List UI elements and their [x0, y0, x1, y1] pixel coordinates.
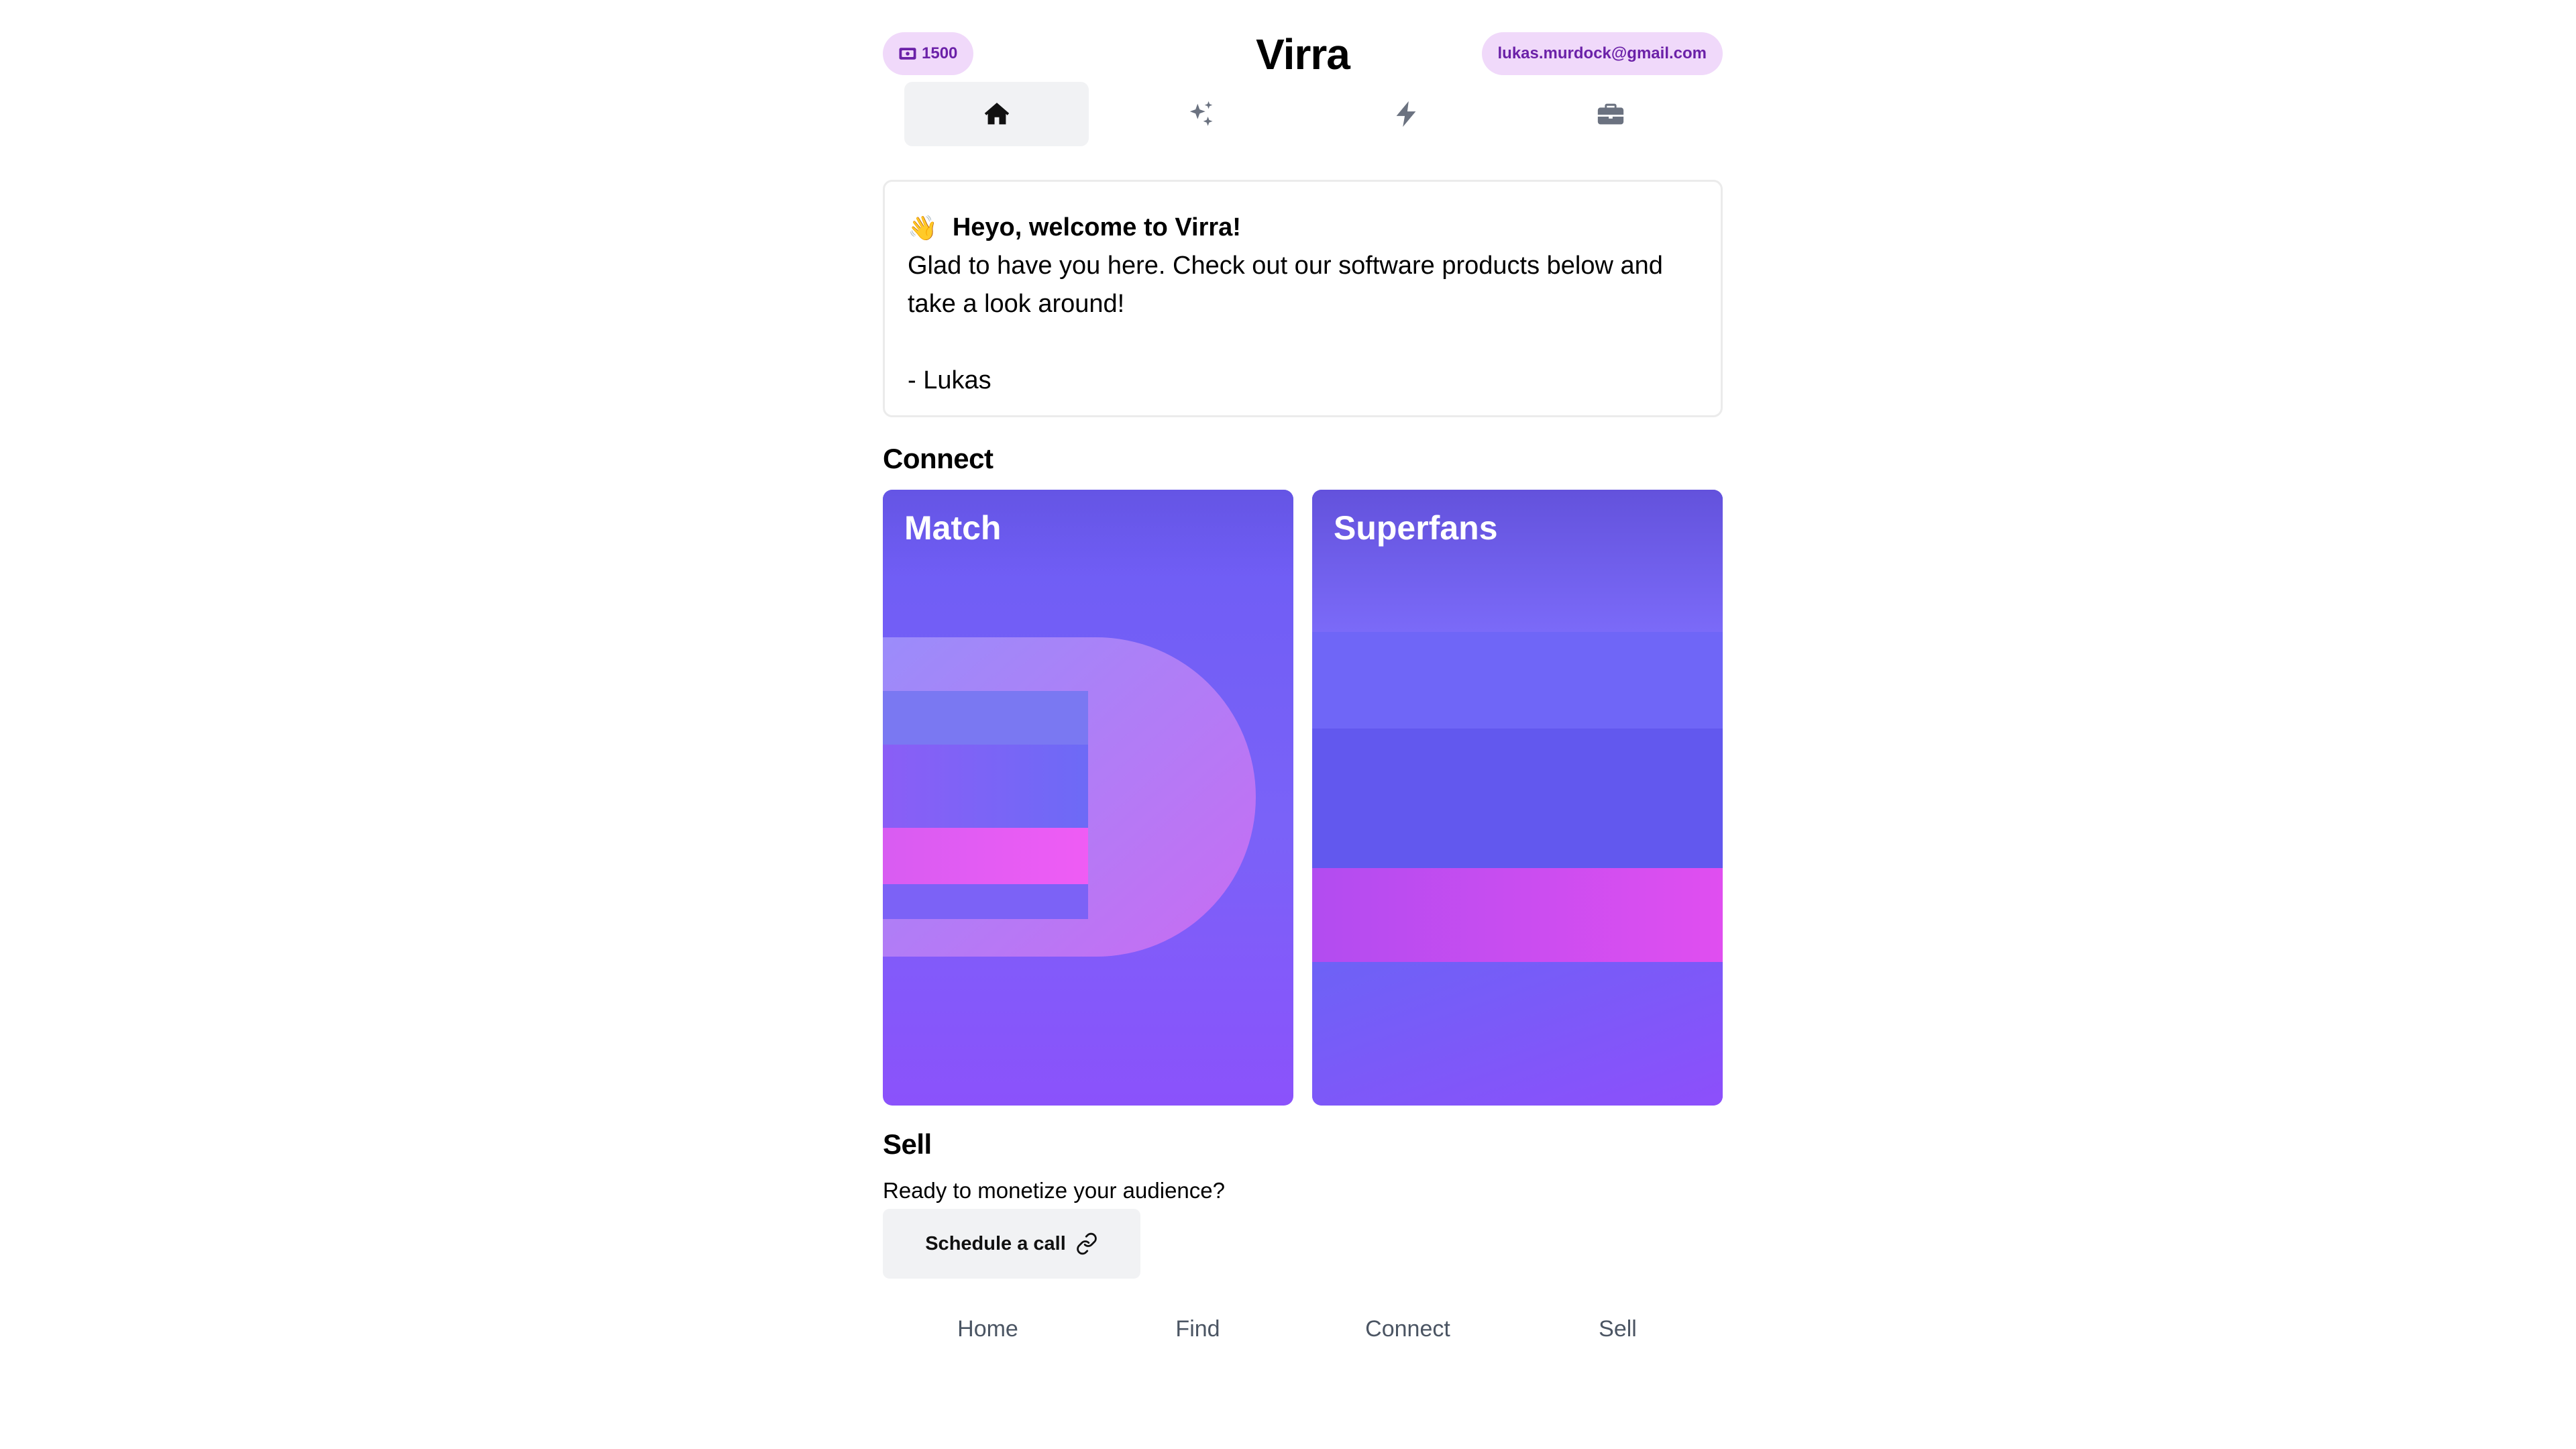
match-card-title: Match [904, 509, 1002, 547]
bottom-nav-connect[interactable]: Connect [1303, 1316, 1513, 1350]
superfans-card-art [1312, 490, 1723, 1106]
credits-badge[interactable]: 1500 [883, 32, 974, 75]
home-icon [984, 103, 1009, 125]
superfans-card[interactable]: Superfans [1312, 490, 1723, 1106]
page: 1500 Virra lukas.murdock@gmail.com 👋 Hey… [0, 0, 2576, 1449]
tab-home[interactable] [904, 82, 1089, 146]
top-tab-bar [883, 82, 1723, 146]
sell-description: Ready to monetize your audience? [883, 1178, 1225, 1203]
match-card-art [883, 490, 1293, 957]
sparkles-icon [1189, 101, 1212, 126]
bottom-nav-find[interactable]: Find [1093, 1316, 1303, 1350]
credits-count: 1500 [922, 44, 958, 62]
tab-discover[interactable] [1109, 82, 1293, 146]
welcome-message: Glad to have you here. Check out our sof… [908, 252, 1663, 318]
sell-heading: Sell [883, 1128, 932, 1160]
bottom-nav-home[interactable]: Home [883, 1316, 1093, 1350]
connect-heading: Connect [883, 443, 994, 474]
main-column: 1500 Virra lukas.murdock@gmail.com 👋 Hey… [883, 0, 1723, 1449]
ticket-icon [899, 48, 916, 60]
waving-hand-icon: 👋 [908, 214, 938, 241]
tab-business[interactable] [1518, 82, 1703, 146]
superfans-card-title: Superfans [1334, 509, 1498, 547]
link-icon [1077, 1232, 1097, 1255]
user-email-badge[interactable]: lukas.murdock@gmail.com [1481, 32, 1723, 75]
welcome-card: 👋 Heyo, welcome to Virra! Glad to have y… [883, 180, 1723, 417]
match-card[interactable]: Match [883, 490, 1293, 1106]
tab-activity[interactable] [1313, 82, 1498, 146]
lightning-icon [1396, 101, 1415, 127]
welcome-signature: - Lukas [908, 366, 991, 394]
welcome-title: Heyo, welcome to Virra! [952, 213, 1241, 241]
schedule-call-label: Schedule a call [925, 1232, 1066, 1254]
header: 1500 Virra lukas.murdock@gmail.com [883, 30, 1723, 78]
bottom-nav: Home Find Connect Sell [883, 1316, 1723, 1350]
welcome-title-row: 👋 Heyo, welcome to Virra! [908, 209, 1698, 247]
briefcase-icon [1597, 103, 1623, 125]
bottom-nav-sell[interactable]: Sell [1513, 1316, 1723, 1350]
schedule-call-button[interactable]: Schedule a call [883, 1209, 1140, 1279]
